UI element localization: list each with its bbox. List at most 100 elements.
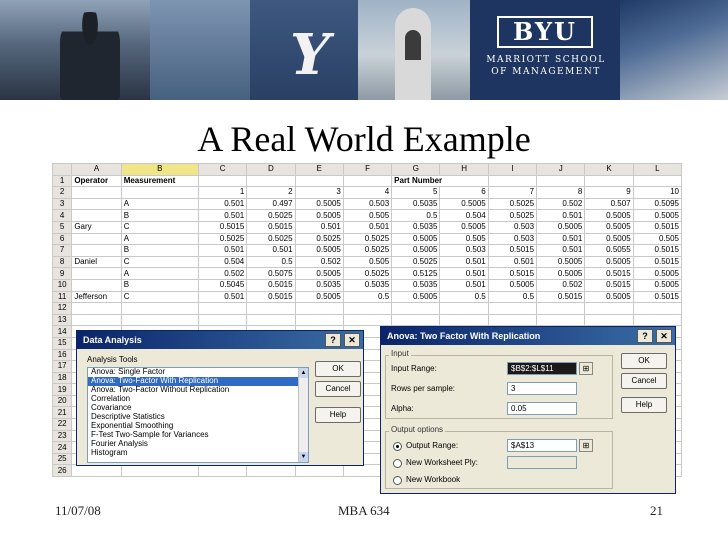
cell-value[interactable]: 0.5005: [487, 278, 538, 292]
cell-value[interactable]: 0.504: [439, 209, 489, 222]
cell-value[interactable]: 0.5125: [391, 267, 441, 280]
scroll-down-icon[interactable]: ▼: [299, 452, 308, 462]
cell-measurement[interactable]: C: [120, 255, 199, 269]
cell-value[interactable]: 0.5015: [632, 255, 683, 269]
cell[interactable]: [342, 174, 393, 188]
cell-value[interactable]: 0.5005: [632, 267, 683, 280]
cell[interactable]: [391, 313, 441, 327]
help-button[interactable]: Help: [315, 407, 361, 423]
cell-value[interactable]: 0.5015: [584, 267, 634, 280]
cell[interactable]: [197, 174, 248, 188]
cell-value[interactable]: 0.5: [487, 290, 538, 304]
cell[interactable]: [342, 302, 393, 315]
cell-operator[interactable]: [71, 232, 122, 246]
cell-value[interactable]: 0.502: [294, 255, 344, 269]
cell-operator[interactable]: Gary: [71, 220, 122, 234]
cell-value[interactable]: 0.503: [487, 220, 538, 234]
row-header[interactable]: 16: [51, 348, 73, 362]
cell-value[interactable]: 0.501: [536, 232, 586, 246]
cell-value[interactable]: 0.5035: [391, 197, 441, 211]
row-header[interactable]: 2: [51, 186, 73, 199]
cancel-button[interactable]: Cancel: [315, 381, 361, 397]
row-header[interactable]: 6: [51, 232, 73, 246]
cell-operator[interactable]: [71, 244, 122, 257]
cell-value[interactable]: 0.505: [632, 232, 683, 246]
row-header[interactable]: 18: [51, 371, 73, 385]
row-header[interactable]: 20: [51, 394, 73, 408]
cell-value[interactable]: 0.505: [342, 209, 393, 222]
cell-value[interactable]: 0.5005: [294, 290, 344, 304]
cell-value[interactable]: 0.5025: [391, 255, 441, 269]
cell-value[interactable]: 0.5035: [391, 278, 441, 292]
row-header[interactable]: 7: [51, 244, 73, 257]
cell-value[interactable]: 0.5: [342, 290, 393, 304]
cell-value[interactable]: 0.501: [439, 278, 489, 292]
cell-value[interactable]: 0.5005: [632, 209, 683, 222]
cell-operator[interactable]: [71, 209, 122, 222]
cell-value[interactable]: 0.5025: [342, 232, 393, 246]
cell-value[interactable]: 0.501: [197, 290, 248, 304]
output-range-radio[interactable]: [393, 442, 402, 451]
range-picker-icon[interactable]: ⊞: [579, 439, 593, 452]
dialog-titlebar[interactable]: Data Analysis ? ✕: [77, 331, 363, 349]
cell-part-number[interactable]: 6: [439, 186, 489, 199]
cell-value[interactable]: 0.503: [487, 232, 538, 246]
cell[interactable]: [197, 313, 248, 327]
cell-measurement[interactable]: B: [120, 209, 199, 222]
cell-part-number[interactable]: 3: [294, 186, 344, 199]
cell-value[interactable]: 0.5005: [584, 290, 634, 304]
cell-value[interactable]: 0.501: [246, 244, 296, 257]
cell-value[interactable]: 0.503: [439, 244, 489, 257]
cell-operator-header[interactable]: Operator: [71, 174, 122, 188]
cell-value[interactable]: 0.501: [487, 255, 538, 269]
cell[interactable]: [584, 302, 634, 315]
cell[interactable]: [120, 313, 199, 327]
cell[interactable]: [294, 464, 344, 478]
column-header[interactable]: G: [391, 163, 441, 176]
cell-value[interactable]: 0.497: [246, 197, 296, 211]
question-icon[interactable]: ?: [325, 333, 341, 347]
cell[interactable]: [294, 174, 344, 188]
cell[interactable]: [487, 174, 538, 188]
cell-value[interactable]: 0.503: [342, 197, 393, 211]
column-header[interactable]: F: [342, 163, 393, 176]
alpha-field[interactable]: 0.05: [507, 402, 577, 415]
cell[interactable]: [71, 302, 122, 315]
cell[interactable]: [294, 313, 344, 327]
cell-value[interactable]: 0.5005: [584, 209, 634, 222]
cell-value[interactable]: 0.501: [536, 244, 586, 257]
column-header[interactable]: A: [71, 163, 122, 176]
row-header[interactable]: 11: [51, 290, 73, 304]
cell[interactable]: [487, 302, 538, 315]
cell-value[interactable]: 0.502: [536, 197, 586, 211]
cell-value[interactable]: 0.5035: [391, 220, 441, 234]
cell-measurement[interactable]: A: [120, 232, 199, 246]
row-header[interactable]: 5: [51, 220, 73, 234]
cell-part-number[interactable]: 9: [584, 186, 634, 199]
cell-value[interactable]: 0.501: [197, 209, 248, 222]
cell-part-number[interactable]: 7: [487, 186, 538, 199]
cell-value[interactable]: 0.505: [439, 232, 489, 246]
cell-value[interactable]: 0.5055: [584, 244, 634, 257]
cell-part-number-header[interactable]: Part Number: [391, 174, 489, 188]
close-icon[interactable]: ✕: [656, 329, 672, 343]
row-header[interactable]: 14: [51, 325, 73, 338]
cell-value[interactable]: 0.5005: [584, 220, 634, 234]
row-header[interactable]: 1: [51, 174, 73, 188]
cell[interactable]: [246, 313, 296, 327]
cell-operator[interactable]: [71, 197, 122, 211]
cell-value[interactable]: 0.5025: [342, 244, 393, 257]
cell[interactable]: [246, 174, 296, 188]
column-header[interactable]: K: [584, 163, 634, 176]
cell-value[interactable]: 0.5015: [487, 244, 538, 257]
cell-value[interactable]: 0.5095: [632, 197, 683, 211]
cell-measurement[interactable]: B: [120, 244, 199, 257]
cancel-button[interactable]: Cancel: [621, 373, 667, 389]
close-icon[interactable]: ✕: [344, 333, 360, 347]
cell[interactable]: [536, 302, 586, 315]
row-header[interactable]: 22: [51, 418, 73, 431]
row-header[interactable]: 10: [51, 278, 73, 292]
row-header[interactable]: 3: [51, 197, 73, 211]
ok-button[interactable]: OK: [621, 353, 667, 369]
cell-value[interactable]: 0.5025: [197, 232, 248, 246]
